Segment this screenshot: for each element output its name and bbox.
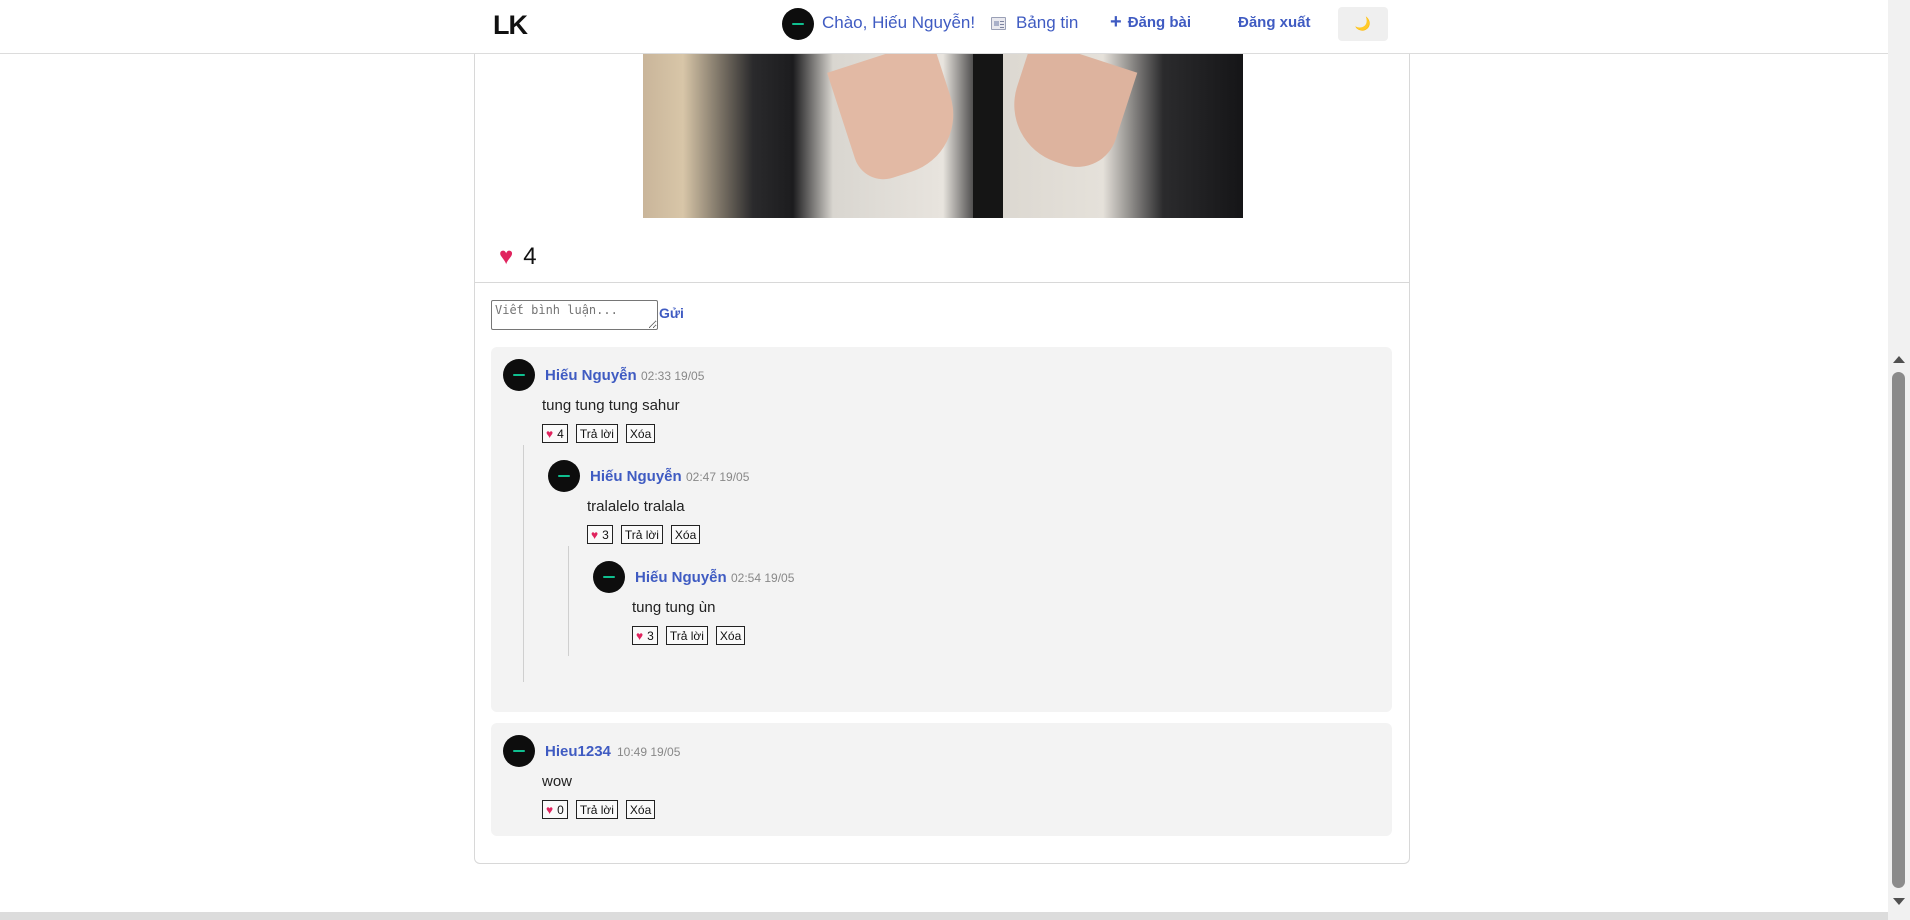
like-count: 3 [602,527,609,542]
like-button[interactable]: ♥ 3 [632,626,658,645]
greeting-text[interactable]: Chào, Hiếu Nguyễn! [822,13,975,33]
reply-button[interactable]: Trả lời [575,800,618,819]
comment-input[interactable] [491,300,658,330]
avatar[interactable] [548,460,580,492]
bottom-edge [0,912,1888,920]
heart-icon: ♥ [636,628,644,643]
post-like-count: 4 [523,243,537,270]
post-card: ♥ 4 Gửi Hiếu Nguyễn 02:33 19/05 tung tun… [474,53,1410,864]
site-logo[interactable]: LK [493,10,528,41]
comment-time: 02:54 19/05 [731,571,795,585]
comment-actions: ♥ 3 Trả lời Xóa [587,525,701,544]
delete-button[interactable]: Xóa [670,525,701,544]
like-button[interactable]: ♥ 3 [587,525,613,544]
comment-text: tung tung tung sahur [542,397,680,414]
plus-icon: + [1110,11,1122,33]
thread-line [523,445,524,682]
create-post-button[interactable]: + Đăng bài [1110,11,1192,33]
comment-time: 10:49 19/05 [617,745,681,759]
comment-author[interactable]: Hiếu Nguyễn [635,569,727,586]
like-count: 0 [557,802,564,817]
comment-author[interactable]: Hiếu Nguyễn [590,468,682,485]
comment-thread: Hiếu Nguyễn 02:33 19/05 tung tung tung s… [491,347,1392,712]
newspaper-icon [991,16,1006,30]
user-avatar[interactable] [782,8,814,40]
avatar[interactable] [503,735,535,767]
top-navbar: LK Chào, Hiếu Nguyễn! Bảng tin + Đăng bà… [0,0,1888,54]
vertical-scrollbar[interactable] [1888,0,1910,920]
like-button[interactable]: ♥ 4 [542,424,568,443]
comment: Hiếu Nguyễn 02:33 19/05 tung tung tung s… [503,359,1383,459]
theme-toggle-button[interactable]: 🌙 [1338,7,1388,41]
comment-time: 02:33 19/05 [641,369,705,383]
reply-button[interactable]: Trả lời [620,525,663,544]
comment-actions: ♥ 4 Trả lời Xóa [542,424,656,443]
comment-actions: ♥ 3 Trả lời Xóa [632,626,746,645]
comment-text: tung tung ùn [632,599,716,616]
post-like-row[interactable]: ♥ 4 [499,243,537,271]
heart-icon: ♥ [546,426,554,441]
like-button[interactable]: ♥ 0 [542,800,568,819]
comment-thread: Hieu1234 10:49 19/05 wow ♥ 0 Trả lời Xóa [491,723,1392,836]
delete-button[interactable]: Xóa [625,424,656,443]
divider [475,282,1409,283]
comment-reply: Hiếu Nguyễn 02:47 19/05 tralalelo tralal… [548,460,1378,560]
moon-icon: 🌙 [1354,16,1372,31]
reply-button[interactable]: Trả lời [575,424,618,443]
avatar[interactable] [593,561,625,593]
reply-button[interactable]: Trả lời [665,626,708,645]
comment-text: wow [542,773,573,790]
comment-author[interactable]: Hieu1234 [545,743,611,760]
avatar[interactable] [503,359,535,391]
comment-text: tralalelo tralala [587,498,685,515]
comment-actions: ♥ 0 Trả lời Xóa [542,800,656,819]
scrollbar-thumb[interactable] [1892,372,1905,888]
scroll-down-arrow-icon[interactable] [1893,898,1905,905]
heart-icon: ♥ [591,527,599,542]
send-comment-button[interactable]: Gửi [659,305,684,321]
delete-button[interactable]: Xóa [625,800,656,819]
like-count: 4 [557,426,564,441]
create-post-label: Đăng bài [1127,14,1192,31]
logout-button[interactable]: Đăng xuất [1238,14,1311,31]
heart-icon[interactable]: ♥ [499,245,513,269]
post-image[interactable] [643,53,1243,218]
thread-line [568,546,569,656]
delete-button[interactable]: Xóa [715,626,746,645]
comment: Hieu1234 10:49 19/05 wow ♥ 0 Trả lời Xóa [503,735,1383,835]
news-feed-link[interactable]: Bảng tin [991,13,1078,33]
comment-time: 02:47 19/05 [686,470,750,484]
comment-author[interactable]: Hiếu Nguyễn [545,367,637,384]
like-count: 3 [647,628,654,643]
comment-reply: Hiếu Nguyễn 02:54 19/05 tung tung ùn ♥ 3… [593,561,1373,661]
news-feed-label: Bảng tin [1016,13,1079,32]
heart-icon: ♥ [546,802,554,817]
scroll-up-arrow-icon[interactable] [1893,356,1905,363]
